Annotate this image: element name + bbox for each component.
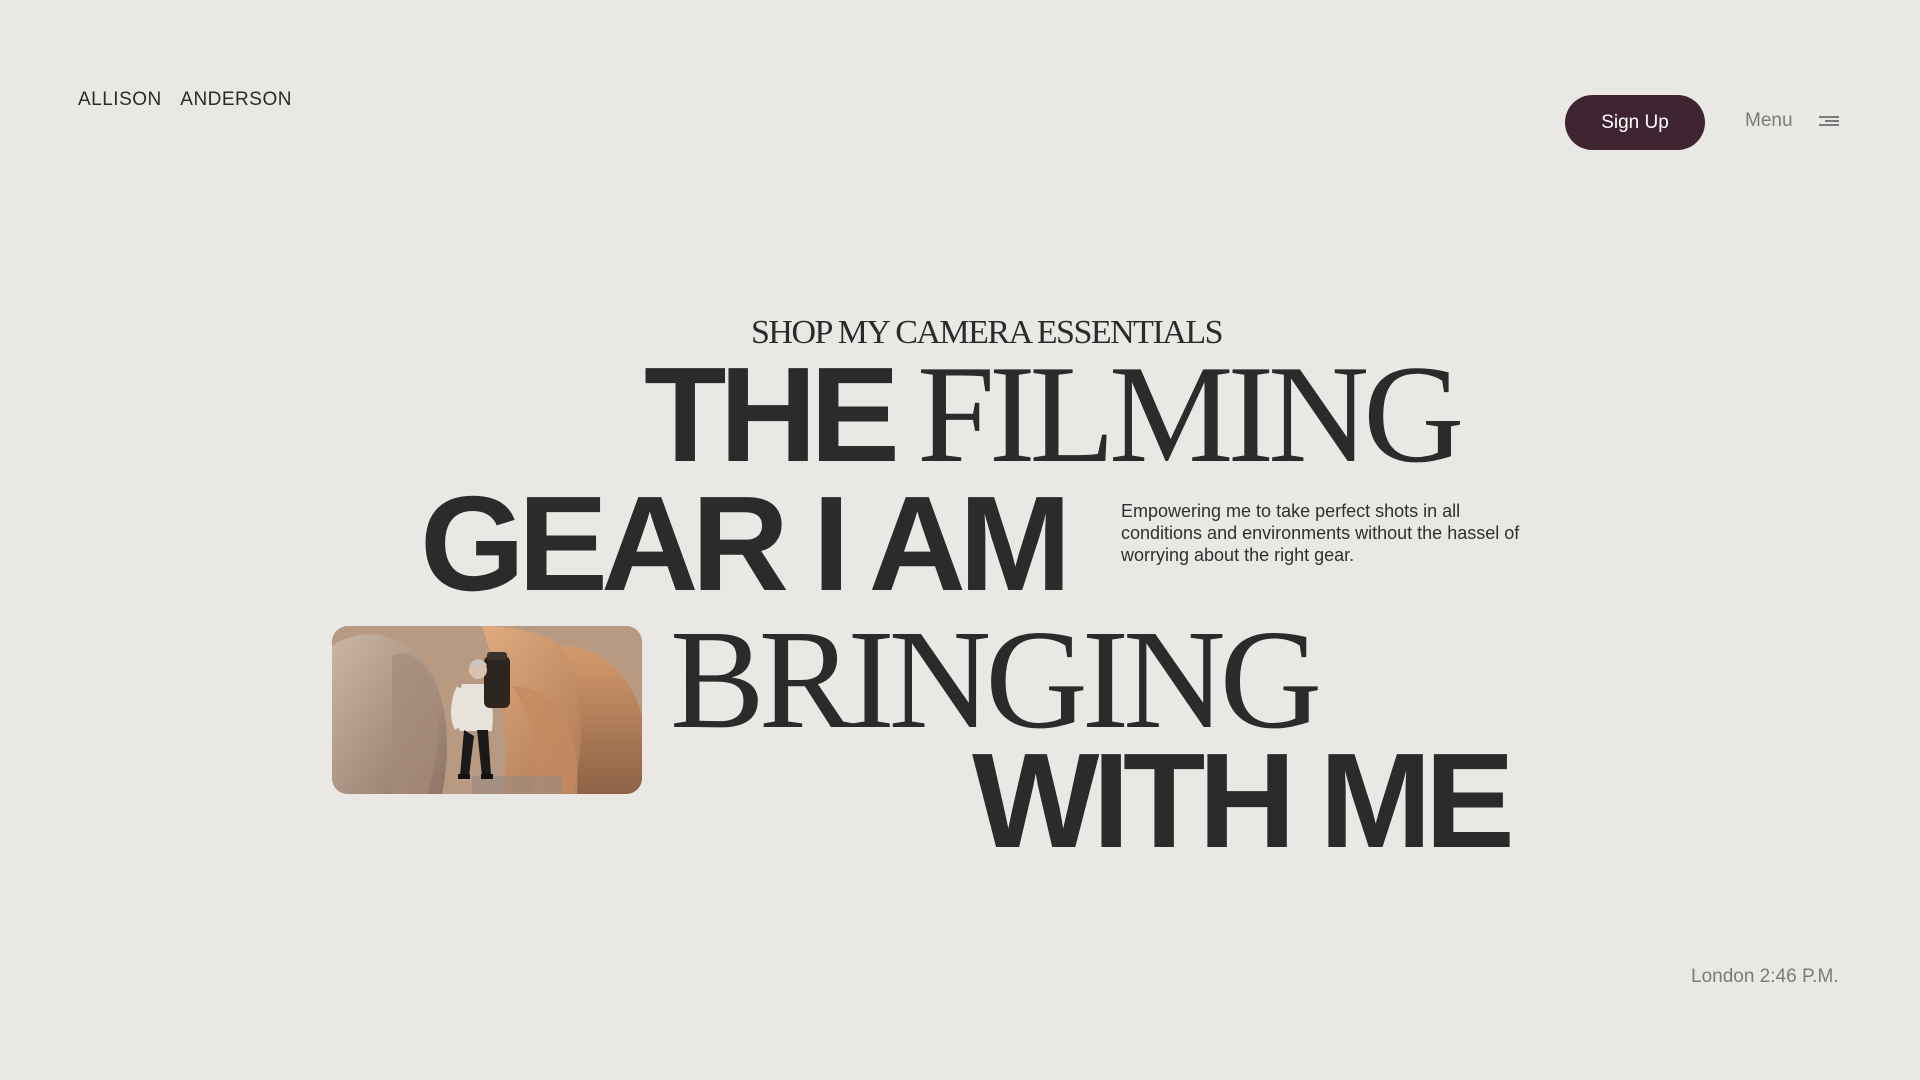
menu-label: Menu — [1745, 110, 1793, 131]
headline-line-4: WITH ME — [972, 725, 1515, 876]
menu-button[interactable]: Menu — [1745, 108, 1839, 134]
headline-line-1: THE FILMING — [644, 345, 1464, 485]
sign-up-button[interactable]: Sign Up — [1565, 95, 1705, 150]
location-clock: London 2:46 P.M. — [1691, 966, 1839, 987]
hamburger-menu-icon — [1817, 115, 1839, 127]
hero-description: Empowering me to take perfect shots in a… — [1121, 501, 1520, 565]
headline-line-2: GEAR I AM — [420, 468, 1071, 619]
hiker-photo-illustration — [332, 626, 642, 794]
hero-photo — [332, 626, 642, 794]
brand-name[interactable]: ALLISON ANDERSON — [78, 89, 292, 111]
